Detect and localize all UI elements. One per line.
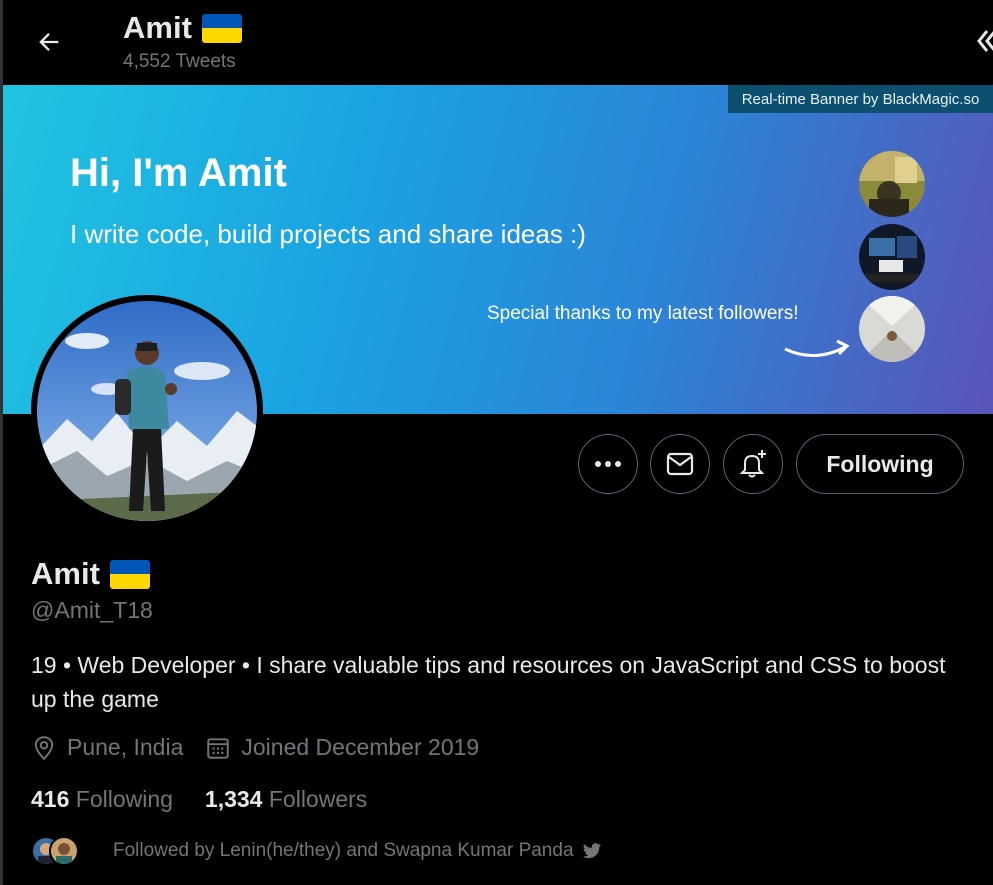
latest-follower-avatar <box>859 151 925 217</box>
tweet-count: 4,552 Tweets <box>123 51 236 72</box>
followed-by-text: Followed by Lenin(he/they) and Swapna Ku… <box>113 840 574 861</box>
profile-stats: 416 Following 1,334 Followers <box>31 786 399 813</box>
back-button[interactable] <box>29 22 69 62</box>
double-chevron-left-icon <box>977 30 993 52</box>
avatar <box>49 836 79 866</box>
banner-title: Hi, I'm Amit <box>70 151 287 195</box>
profile-bio: 19 • Web Developer • I share valuable ti… <box>31 652 946 712</box>
calendar-icon <box>207 737 230 759</box>
profile-meta: Pune, India Joined December 2019 <box>31 734 501 761</box>
message-button[interactable] <box>650 434 710 494</box>
joined-date: Joined December 2019 <box>205 734 479 761</box>
collapse-button[interactable] <box>973 26 993 56</box>
location-pin-icon <box>34 735 54 760</box>
banner-thanks: Special thanks to my latest followers! <box>487 303 799 324</box>
following-button[interactable]: Following <box>796 434 964 494</box>
banner-subtitle: I write code, build projects and share i… <box>70 219 586 249</box>
header-title: Amit <box>123 10 242 46</box>
ukraine-flag-icon <box>201 13 242 43</box>
notifications-button[interactable] <box>723 434 783 494</box>
ukraine-flag-icon <box>109 559 150 589</box>
followers-count: 1,334 <box>204 786 263 812</box>
location-text: Pune, India <box>67 734 184 760</box>
latest-follower-avatar <box>859 224 925 290</box>
profile-name-row: Amit <box>31 556 150 592</box>
more-button[interactable] <box>578 434 638 494</box>
profile-header: Amit 4,552 Tweets <box>3 0 993 85</box>
header-name: Amit <box>123 10 192 45</box>
following-label: Following <box>75 786 173 812</box>
profile-handle: @Amit_T18 <box>31 597 153 623</box>
arrow-left-icon <box>39 33 59 51</box>
followers-stat-link[interactable]: 1,334 Followers <box>205 786 367 813</box>
followed-by[interactable]: Followed by Lenin(he/they) and Swapna Ku… <box>31 836 602 866</box>
following-stat-link[interactable]: 416 Following <box>31 786 173 813</box>
envelope-icon <box>666 452 694 476</box>
joined-text: Joined December 2019 <box>241 734 480 760</box>
curved-arrow-icon <box>784 339 850 358</box>
more-dots-icon <box>595 461 621 467</box>
location: Pune, India <box>31 734 183 761</box>
twitter-bird-icon <box>582 842 601 858</box>
followed-by-avatars <box>31 836 79 866</box>
profile-avatar[interactable] <box>31 295 263 527</box>
latest-follower-avatar <box>859 296 925 362</box>
profile-name: Amit <box>31 556 100 591</box>
banner-credit: Real-time Banner by BlackMagic.so <box>728 85 993 113</box>
bell-plus-icon <box>739 450 766 478</box>
following-count: 416 <box>31 786 70 812</box>
followers-label: Followers <box>268 786 368 812</box>
